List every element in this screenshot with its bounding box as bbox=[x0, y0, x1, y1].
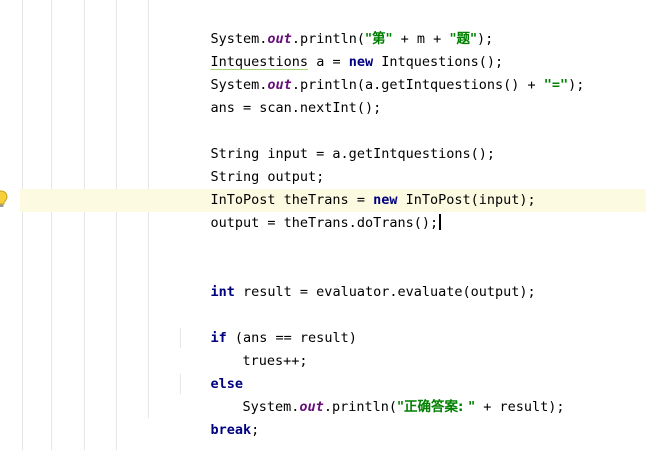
string-literal: "正确答案: " bbox=[396, 399, 476, 415]
code-token: result = evaluator.evaluate(output); bbox=[234, 284, 536, 300]
code-editor[interactable]: System.out.println("第" + m + "题"); Intqu… bbox=[0, 0, 646, 450]
indent-guide bbox=[22, 0, 23, 450]
lightbulb-icon[interactable] bbox=[0, 190, 8, 208]
keyword-token: break bbox=[210, 422, 252, 438]
code-token: .println( bbox=[323, 399, 397, 415]
indent-guide bbox=[51, 0, 52, 450]
code-token: ); bbox=[568, 77, 585, 93]
indent-guide bbox=[116, 0, 117, 450]
code-token: output = theTrans.doTrans(); bbox=[210, 215, 439, 231]
code-line-5[interactable]: String input = a.getIntquestions(); bbox=[178, 120, 495, 162]
editor-gutter bbox=[0, 0, 20, 450]
code-line-1[interactable]: System.out.println("第" + m + "题"); bbox=[178, 5, 494, 47]
code-token: ans = scan.nextInt(); bbox=[210, 100, 382, 116]
code-line-13[interactable]: System.out.println("正确答案: " + result); bbox=[210, 373, 565, 415]
text-caret bbox=[439, 214, 442, 230]
code-line-3[interactable]: System.out.println(a.getIntquestions() +… bbox=[178, 51, 585, 93]
code-line-6[interactable]: String output; bbox=[178, 143, 325, 185]
indent-guide bbox=[84, 0, 85, 450]
code-line-10[interactable]: if (ans == result) bbox=[178, 304, 357, 346]
code-token: ; bbox=[251, 422, 260, 438]
code-line-2[interactable]: Intquestions a = new Intquestions(); bbox=[178, 28, 504, 70]
code-line-12[interactable]: else bbox=[178, 350, 244, 392]
code-line-11[interactable]: trues++; bbox=[210, 327, 308, 369]
code-line-7[interactable]: InToPost theTrans = new InToPost(input); bbox=[178, 166, 536, 208]
keyword-token: int bbox=[210, 284, 235, 300]
code-line-14[interactable]: break; bbox=[178, 396, 260, 438]
code-line-4[interactable]: ans = scan.nextInt(); bbox=[178, 74, 382, 116]
static-field-token: out bbox=[299, 399, 324, 415]
code-line-8[interactable]: output = theTrans.doTrans(); bbox=[178, 189, 442, 231]
code-line-9[interactable]: int result = evaluator.evaluate(output); bbox=[178, 258, 536, 300]
code-token: + result); bbox=[475, 399, 565, 415]
string-literal: "=" bbox=[543, 77, 569, 93]
code-token: trues++; bbox=[242, 353, 308, 369]
